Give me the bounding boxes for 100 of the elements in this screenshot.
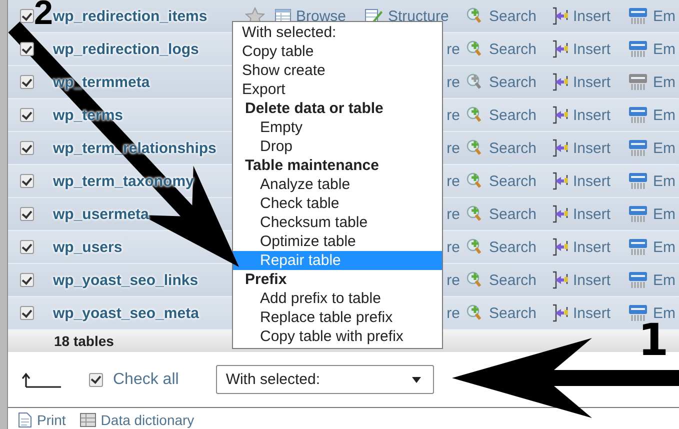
action-link[interactable]: Search bbox=[489, 106, 537, 124]
action-link[interactable]: Em bbox=[653, 40, 676, 58]
action-link[interactable]: Em bbox=[653, 74, 676, 90]
page-icon bbox=[18, 412, 32, 428]
action-link[interactable]: Insert bbox=[573, 8, 611, 24]
dropdown-option[interactable]: Check table bbox=[233, 194, 442, 213]
shredder-icon bbox=[628, 304, 648, 322]
dropdown-option[interactable]: Export bbox=[233, 80, 442, 99]
print-link[interactable]: Print bbox=[37, 412, 66, 428]
checkbox[interactable] bbox=[20, 174, 34, 188]
shredder-icon bbox=[628, 238, 648, 256]
action-link[interactable]: Search bbox=[489, 40, 537, 58]
column-arrow-icon bbox=[552, 39, 568, 59]
table-name-link[interactable]: wp_yoast_seo_links bbox=[53, 272, 198, 288]
checkbox[interactable] bbox=[89, 372, 103, 386]
action-link[interactable]: Browse bbox=[296, 8, 346, 24]
action-link[interactable]: Search bbox=[489, 304, 537, 322]
dropdown-option[interactable]: Checksum table bbox=[233, 213, 442, 232]
dropdown-option[interactable]: Show create bbox=[233, 61, 442, 80]
action-link[interactable]: re bbox=[446, 172, 460, 190]
search-icon bbox=[466, 40, 484, 58]
action-link[interactable]: Search bbox=[489, 272, 537, 288]
table-name-link[interactable]: wp_usermeta bbox=[53, 206, 149, 222]
action-link[interactable]: Em bbox=[653, 238, 676, 256]
shredder-icon bbox=[628, 205, 648, 223]
checkbox[interactable] bbox=[20, 273, 34, 287]
table-name-link[interactable]: wp_redirection_items bbox=[53, 8, 208, 24]
action-link[interactable]: Em bbox=[653, 206, 676, 222]
action-link[interactable]: Search bbox=[489, 140, 537, 156]
action-link[interactable]: Insert bbox=[573, 74, 611, 90]
table-name-link[interactable]: wp_yoast_seo_meta bbox=[53, 304, 199, 322]
table-name-link[interactable]: wp_redirection_logs bbox=[53, 40, 199, 58]
action-link[interactable]: re bbox=[446, 140, 460, 156]
column-arrow-icon bbox=[552, 105, 568, 125]
annotation-number: 1 bbox=[638, 324, 669, 358]
dropdown-option[interactable]: Empty bbox=[233, 118, 442, 137]
action-link[interactable]: re bbox=[446, 40, 460, 58]
dropdown-option[interactable]: Add prefix to table bbox=[233, 289, 442, 308]
column-arrow-icon bbox=[552, 237, 568, 257]
checkbox[interactable] bbox=[20, 9, 34, 23]
action-link[interactable]: re bbox=[446, 206, 460, 222]
search-icon bbox=[466, 7, 484, 25]
action-link[interactable]: re bbox=[446, 106, 460, 124]
action-link[interactable]: re bbox=[446, 272, 460, 288]
column-arrow-icon bbox=[552, 171, 568, 191]
dropdown-option[interactable]: Repair table bbox=[233, 251, 442, 270]
search-icon bbox=[466, 106, 484, 124]
table-name-link[interactable]: wp_users bbox=[53, 238, 122, 256]
shredder-icon bbox=[628, 172, 648, 190]
checkbox[interactable] bbox=[20, 42, 34, 56]
shredder-icon bbox=[628, 40, 648, 58]
action-link[interactable]: Em bbox=[653, 272, 676, 288]
table-count: 18 tables bbox=[54, 333, 114, 349]
column-arrow-icon bbox=[552, 138, 568, 158]
action-link[interactable]: Insert bbox=[573, 304, 611, 322]
checkbox[interactable] bbox=[20, 75, 34, 89]
action-link[interactable]: re bbox=[446, 238, 460, 256]
data-dictionary-link[interactable]: Data dictionary bbox=[100, 412, 194, 428]
shredder-icon bbox=[628, 139, 648, 157]
dropdown-option[interactable]: Copy table bbox=[233, 42, 442, 61]
action-link[interactable]: Insert bbox=[573, 140, 611, 156]
action-link[interactable]: Insert bbox=[573, 206, 611, 222]
action-link[interactable]: Insert bbox=[573, 238, 611, 256]
action-link[interactable]: Insert bbox=[573, 106, 611, 124]
action-link[interactable]: Em bbox=[653, 8, 676, 24]
action-link[interactable]: Em bbox=[653, 172, 676, 190]
action-link[interactable]: Em bbox=[653, 140, 676, 156]
action-link[interactable]: Structure bbox=[388, 8, 449, 24]
dropdown-option[interactable]: Optimize table bbox=[233, 232, 442, 251]
action-link[interactable]: Em bbox=[653, 106, 676, 124]
check-all-label[interactable]: Check all bbox=[113, 370, 179, 388]
checkbox[interactable] bbox=[20, 306, 34, 320]
shredder-icon bbox=[628, 106, 648, 124]
dropdown-option[interactable]: Drop bbox=[233, 137, 442, 156]
dropdown-option[interactable]: Replace table prefix bbox=[233, 308, 442, 327]
action-link[interactable]: re bbox=[446, 74, 460, 90]
action-link[interactable]: Insert bbox=[573, 272, 611, 288]
dropdown-option[interactable]: Copy table with prefix bbox=[233, 327, 442, 346]
action-link[interactable]: re bbox=[446, 304, 460, 322]
action-link[interactable]: Search bbox=[489, 238, 537, 256]
action-link[interactable]: Search bbox=[489, 8, 537, 24]
checkbox[interactable] bbox=[20, 240, 34, 254]
action-link[interactable]: Insert bbox=[573, 172, 611, 190]
option-group-label: Table maintenance bbox=[244, 156, 380, 175]
with-selected-dropdown[interactable]: With selected: bbox=[216, 365, 434, 394]
checkbox[interactable] bbox=[20, 141, 34, 155]
table-icon bbox=[80, 413, 96, 427]
checkbox[interactable] bbox=[20, 207, 34, 221]
action-link[interactable]: Em bbox=[653, 304, 676, 322]
search-icon bbox=[466, 238, 484, 256]
column-arrow-icon bbox=[552, 270, 568, 290]
action-link[interactable]: Search bbox=[489, 74, 537, 90]
checkbox[interactable] bbox=[20, 108, 34, 122]
action-link[interactable]: Search bbox=[489, 206, 537, 222]
action-link[interactable]: Search bbox=[489, 172, 537, 190]
dropdown-option[interactable]: Analyze table bbox=[233, 175, 442, 194]
action-link[interactable]: Insert bbox=[573, 40, 611, 58]
option-group-label: Prefix bbox=[244, 270, 288, 289]
column-arrow-icon bbox=[552, 204, 568, 224]
dropdown-option[interactable]: With selected: bbox=[233, 23, 442, 42]
